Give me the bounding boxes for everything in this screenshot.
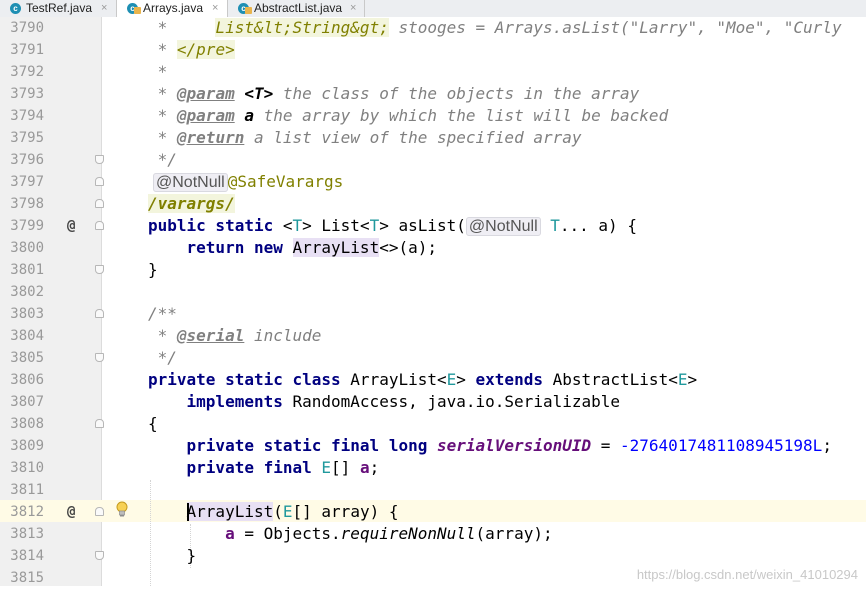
fold-marker-icon[interactable] (95, 199, 104, 208)
line-number: 3798 (0, 193, 44, 215)
line-number: 3814 (0, 545, 44, 567)
line-number: 3803 (0, 303, 44, 325)
line-number: 3802 (0, 281, 44, 303)
watermark-text: https://blog.csdn.net/weixin_41010294 (637, 567, 858, 582)
line-number: 3795 (0, 127, 44, 149)
line-number: 3793 (0, 83, 44, 105)
fold-marker-icon[interactable] (95, 177, 104, 186)
line-number: 3806 (0, 369, 44, 391)
code-line-3812[interactable]: ArrayList(E[] array) { (148, 501, 398, 523)
code-line-3805[interactable]: */ (148, 347, 177, 369)
lock-badge-icon (134, 7, 141, 14)
code-line-3798[interactable]: /varargs/ (148, 193, 235, 215)
fold-marker-icon[interactable] (95, 551, 104, 560)
line-number: 3799 (0, 215, 44, 237)
code-line-3808[interactable]: { (148, 413, 158, 435)
tab-label: TestRef.java (26, 0, 92, 17)
tab-label: AbstractList.java (254, 0, 342, 17)
tab-testref[interactable]: c TestRef.java × (0, 0, 117, 17)
line-number: 3796 (0, 149, 44, 171)
code-line-3809[interactable]: private static final long serialVersionU… (148, 435, 832, 457)
code-line-3793[interactable]: * @param <T> the class of the objects in… (148, 83, 639, 105)
close-icon[interactable]: × (212, 0, 218, 17)
class-file-icon: c (10, 3, 21, 14)
lock-badge-icon (245, 7, 252, 14)
code-line-3814[interactable]: } (148, 545, 196, 567)
line-number: 3809 (0, 435, 44, 457)
code-line-3795[interactable]: * @return a list view of the specified a… (148, 127, 582, 149)
code-line-3792[interactable]: * (148, 61, 167, 83)
line-number: 3794 (0, 105, 44, 127)
inferred-annotation-hint: @NotNull (466, 217, 541, 236)
code-line-3797[interactable]: @NotNull@SafeVarargs (153, 171, 343, 193)
close-icon[interactable]: × (101, 0, 107, 17)
tab-label: Arrays.java (143, 0, 203, 17)
code-line-3803[interactable]: /** (148, 303, 177, 325)
tab-arrays[interactable]: c Arrays.java × (117, 0, 228, 17)
code-line-3800[interactable]: return new ArrayList<>(a); (148, 237, 437, 259)
code-line-3806[interactable]: private static class ArrayList<E> extend… (148, 369, 697, 391)
code-line-3791[interactable]: * </pre> (148, 39, 235, 61)
text-caret (187, 503, 189, 521)
code-line-3804[interactable]: * @serial include (148, 325, 321, 347)
code-line-3801[interactable]: } (148, 259, 158, 281)
line-number: 3790 (0, 17, 44, 39)
line-number: 3805 (0, 347, 44, 369)
line-number: 3791 (0, 39, 44, 61)
inferred-annotation-hint: @NotNull (153, 173, 228, 192)
override-marker-icon[interactable]: @ (67, 501, 75, 523)
line-number: 3797 (0, 171, 44, 193)
fold-marker-icon[interactable] (95, 155, 104, 164)
editor-tab-bar: c TestRef.java × c Arrays.java × c Abstr… (0, 0, 866, 18)
line-number: 3800 (0, 237, 44, 259)
line-number: 3808 (0, 413, 44, 435)
line-number: 3810 (0, 457, 44, 479)
fold-marker-icon[interactable] (95, 419, 104, 428)
fold-marker-icon[interactable] (95, 507, 104, 516)
code-line-3796[interactable]: */ (148, 149, 177, 171)
line-number: 3804 (0, 325, 44, 347)
line-number: 3792 (0, 61, 44, 83)
override-marker-icon[interactable]: @ (67, 215, 75, 237)
line-number: 3801 (0, 259, 44, 281)
fold-marker-icon[interactable] (95, 353, 104, 362)
tab-abstractlist[interactable]: c AbstractList.java × (228, 0, 365, 17)
line-number: 3811 (0, 479, 44, 501)
current-line-highlight (0, 500, 866, 522)
line-number: 3812 (0, 501, 44, 523)
lightbulb-icon[interactable] (115, 501, 129, 519)
code-line-3810[interactable]: private final E[] a; (148, 457, 379, 479)
line-number: 3813 (0, 523, 44, 545)
code-line-3794[interactable]: * @param a the array by which the list w… (148, 105, 668, 127)
code-line-3807[interactable]: implements RandomAccess, java.io.Seriali… (148, 391, 620, 413)
fold-marker-icon[interactable] (95, 309, 104, 318)
close-icon[interactable]: × (350, 0, 356, 17)
fold-marker-icon[interactable] (95, 221, 104, 230)
code-line-3813[interactable]: a = Objects.requireNonNull(array); (148, 523, 553, 545)
line-number: 3807 (0, 391, 44, 413)
fold-marker-icon[interactable] (95, 265, 104, 274)
code-line-3790[interactable]: * List&lt;String&gt; stooges = Arrays.as… (148, 17, 842, 39)
code-line-3799[interactable]: public static <T> List<T> asList(@NotNul… (148, 215, 637, 237)
